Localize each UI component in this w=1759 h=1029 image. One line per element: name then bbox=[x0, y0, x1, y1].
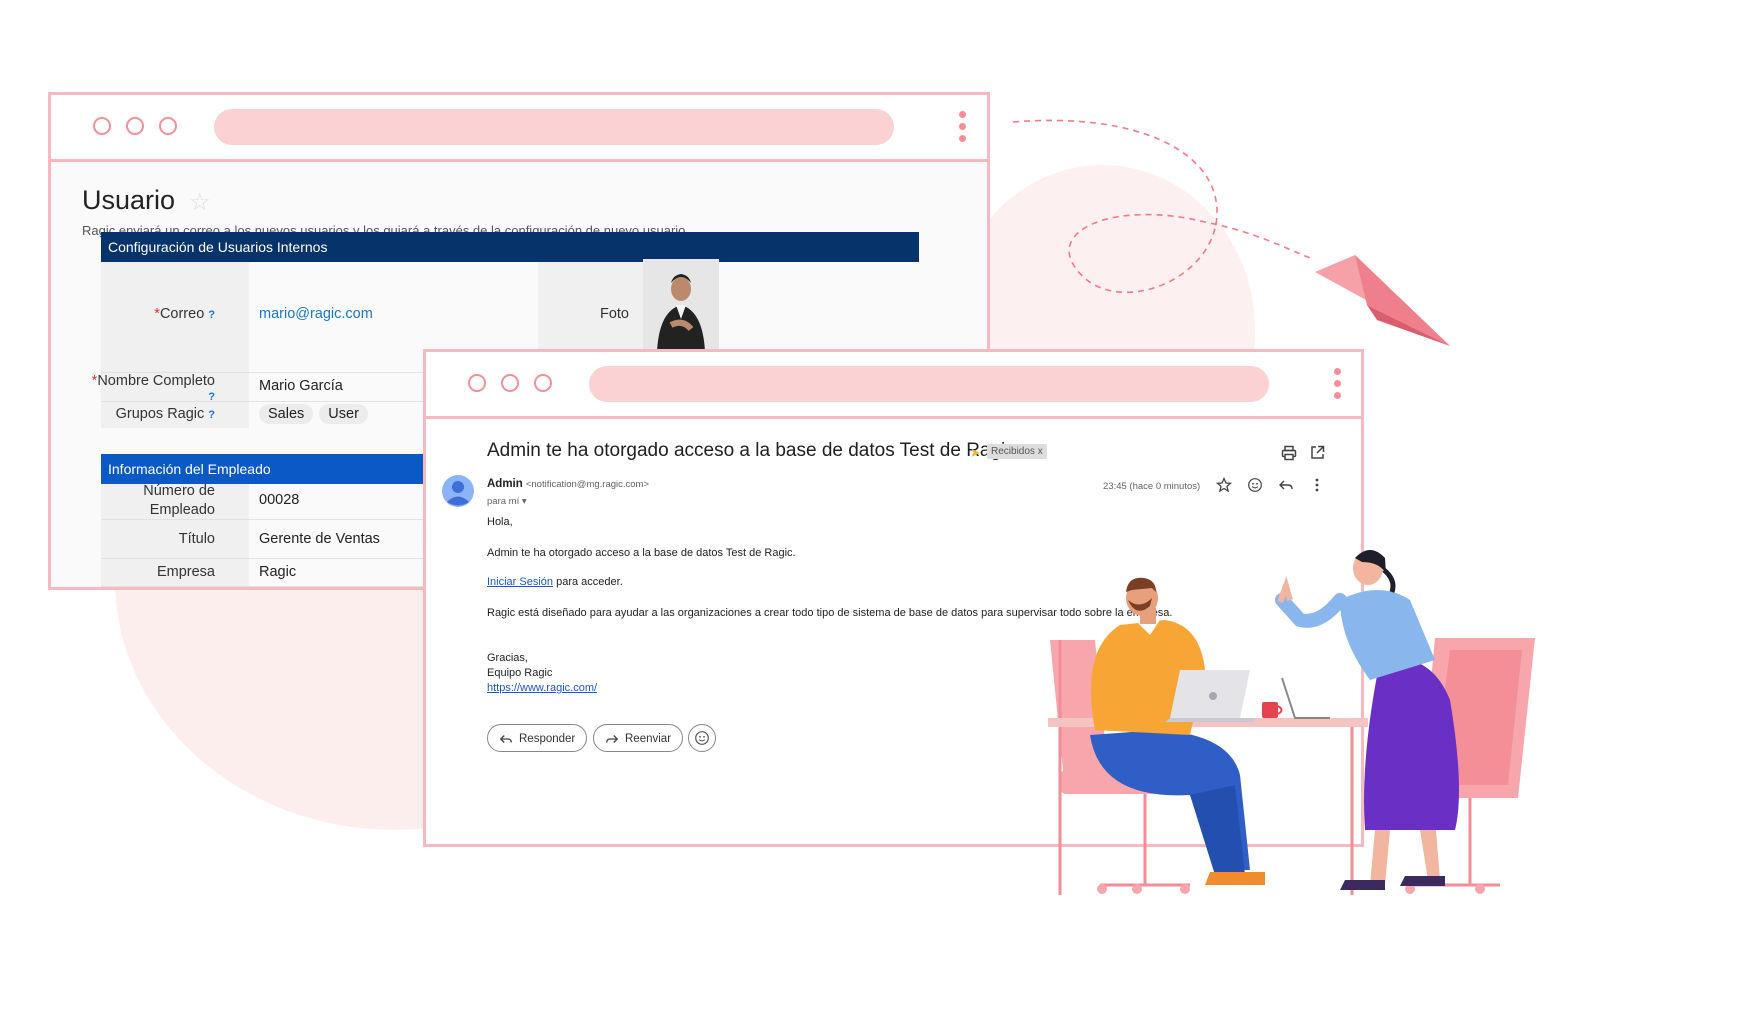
print-icon[interactable] bbox=[1281, 445, 1297, 461]
email-closing: Gracias, bbox=[487, 652, 528, 664]
employee-photo[interactable] bbox=[643, 259, 719, 352]
browser-toolbar bbox=[426, 352, 1361, 419]
row-divider bbox=[101, 586, 431, 587]
email-body-line: Iniciar Sesión para acceder. bbox=[487, 576, 623, 588]
groups-label: Grupos Ragic? bbox=[115, 406, 215, 422]
job-title-field[interactable]: Gerente de Ventas bbox=[259, 531, 380, 547]
emoji-reaction-icon[interactable] bbox=[1247, 477, 1263, 493]
remove-label-icon[interactable]: x bbox=[1038, 446, 1043, 457]
window-minimize-button[interactable] bbox=[126, 117, 144, 135]
sender-line: Admin <notification@mg.ragic.com> bbox=[487, 478, 649, 490]
inbox-label-chip[interactable]: Recibidos x bbox=[987, 444, 1047, 459]
more-options-icon[interactable] bbox=[1309, 477, 1325, 493]
email-subject: Admin te ha otorgado acceso a la base de… bbox=[487, 440, 1015, 461]
sender-name: Admin bbox=[487, 478, 523, 490]
browser-menu-icon[interactable] bbox=[1334, 368, 1342, 404]
website-link[interactable]: https://www.ragic.com/ bbox=[487, 682, 597, 694]
browser-menu-icon[interactable] bbox=[959, 111, 967, 147]
forward-button[interactable]: Reenviar bbox=[593, 724, 683, 752]
forward-icon bbox=[606, 735, 619, 743]
sender-avatar[interactable] bbox=[442, 475, 474, 507]
address-bar[interactable] bbox=[214, 109, 894, 145]
section-header-employee-info: Información del Empleado bbox=[101, 454, 431, 484]
label-cell bbox=[101, 520, 249, 558]
open-in-new-window-icon[interactable] bbox=[1310, 445, 1325, 460]
sender-email: <notification@mg.ragic.com> bbox=[525, 479, 650, 490]
window-close-button[interactable] bbox=[93, 117, 111, 135]
help-icon[interactable]: ? bbox=[208, 309, 215, 321]
paper-plane-illustration bbox=[1012, 119, 1450, 346]
email-label: *Correo? bbox=[154, 306, 215, 322]
important-marker-icon[interactable]: ➤ bbox=[970, 445, 981, 461]
address-bar[interactable] bbox=[589, 366, 1269, 402]
company-field[interactable]: Ragic bbox=[259, 564, 296, 580]
favorite-star-icon[interactable]: ☆ bbox=[189, 188, 211, 217]
window-minimize-button[interactable] bbox=[501, 374, 519, 392]
window-maximize-button[interactable] bbox=[534, 374, 552, 392]
emoji-reaction-button[interactable] bbox=[688, 724, 716, 752]
browser-toolbar bbox=[51, 95, 987, 162]
help-icon[interactable]: ? bbox=[208, 409, 215, 421]
reply-button[interactable]: Responder bbox=[487, 724, 587, 752]
email-field[interactable]: mario@ragic.com bbox=[259, 306, 373, 322]
window-maximize-button[interactable] bbox=[159, 117, 177, 135]
full-name-field[interactable]: Mario García bbox=[259, 378, 343, 394]
group-chip[interactable]: Sales bbox=[259, 404, 314, 424]
login-link[interactable]: Iniciar Sesión bbox=[487, 576, 553, 588]
email-signature: Equipo Ragic bbox=[487, 667, 553, 679]
groups-field[interactable]: Sales User bbox=[259, 404, 374, 424]
employee-number-label: Número de Empleado bbox=[143, 483, 215, 518]
page-title: Usuario bbox=[82, 185, 176, 215]
star-icon[interactable] bbox=[1216, 477, 1232, 493]
reply-icon[interactable] bbox=[1278, 477, 1294, 493]
company-label: Empresa bbox=[156, 564, 215, 580]
chevron-down-icon: ▾ bbox=[521, 496, 527, 507]
employee-number-field[interactable]: 00028 bbox=[259, 492, 299, 508]
email-timestamp: 23:45 (hace 0 minutos) bbox=[1103, 481, 1201, 492]
group-chip[interactable]: User bbox=[319, 404, 368, 424]
photo-label: Foto bbox=[599, 306, 629, 322]
section-header-internal-users: Configuración de Usuarios Internos bbox=[101, 232, 919, 262]
job-title-label: Título bbox=[178, 531, 215, 547]
reply-icon bbox=[499, 735, 512, 743]
emoji-icon bbox=[695, 731, 709, 745]
office-people-illustration bbox=[1048, 550, 1535, 895]
recipient-dropdown[interactable]: para mí ▾ bbox=[487, 496, 527, 507]
window-close-button[interactable] bbox=[468, 374, 486, 392]
email-greeting: Hola, bbox=[487, 516, 513, 528]
email-body-line: Admin te ha otorgado acceso a la base de… bbox=[487, 547, 796, 559]
